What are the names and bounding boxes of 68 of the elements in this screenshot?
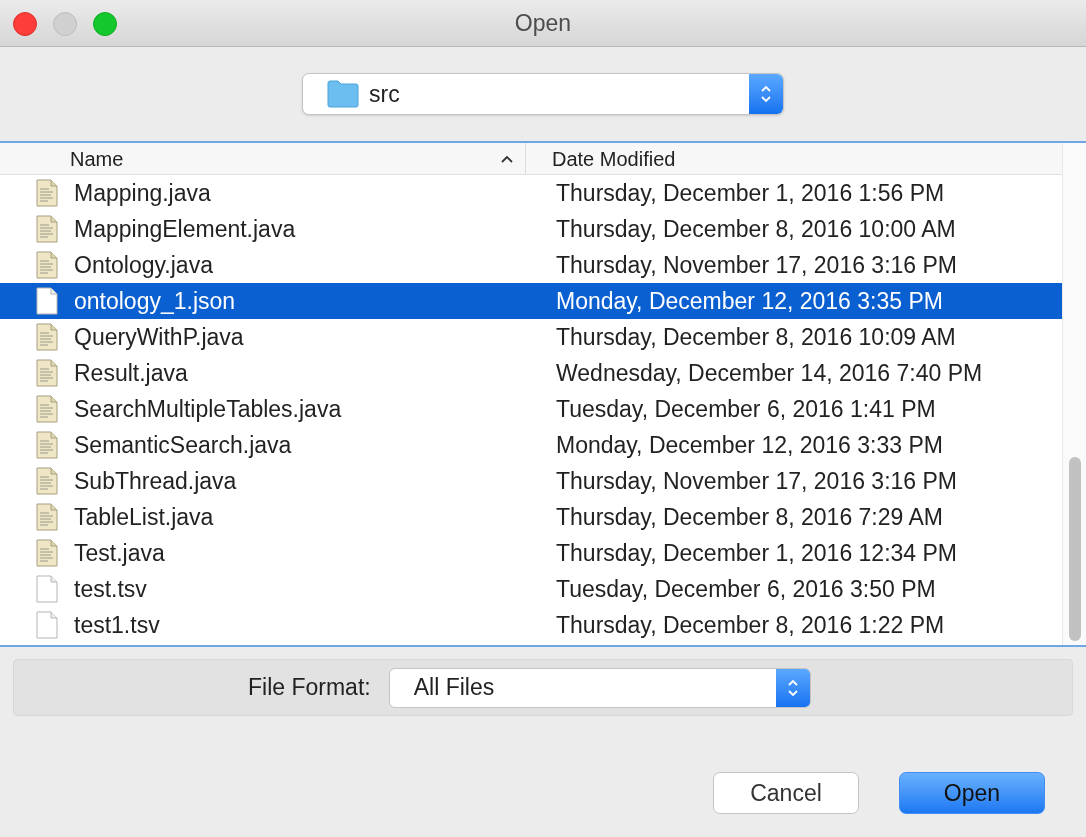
file-name: SubThread.java [74,466,237,496]
file-name: test.tsv [74,574,147,604]
date-modified: Thursday, December 8, 2016 10:09 AM [555,322,956,352]
close-button[interactable] [13,12,37,36]
zoom-button[interactable] [93,12,117,36]
file-format-dropdown[interactable]: All Files [388,667,811,708]
file-row[interactable]: SubThread.java Thursday, November 17, 2016 3:16 PM [0,463,1062,499]
date-modified: Thursday, December 8, 2016 10:00 AM [555,214,956,244]
file-row[interactable]: MappingElement.java Thursday, December 8, 2016 10:00 AM [0,211,1062,247]
column-header[interactable]: Name [0,143,526,174]
file-row[interactable]: test.tsv Tuesday, December 6, 2016 3:50 PM [0,571,1062,607]
date-modified: Monday, December 12, 2016 3:33 PM [555,430,943,460]
file-row[interactable]: Mapping.java Thursday, December 1, 2016 1:56 PM [0,175,1062,211]
date-modified: Thursday, December 8, 2016 7:29 AM [555,502,943,532]
cancel-button[interactable]: Cancel [713,772,859,814]
file-name: SearchMultipleTables.java [74,394,342,424]
file-name: QueryWithP.java [74,322,244,352]
document-icon [36,503,58,531]
date-modified: Thursday, December 1, 2016 12:34 PM [555,538,957,568]
date-modified: Thursday, December 1, 2016 1:56 PM [555,178,945,208]
date-modified: Tuesday, December 6, 2016 1:41 PM [555,394,936,424]
file-row[interactable]: SearchMultipleTables.java Tuesday, December 6, 2016 1:41 PM [0,391,1062,427]
file-format-label: File Format: [248,673,371,703]
open-button[interactable]: Open [899,772,1045,814]
folder-icon [327,80,359,108]
file-name: Ontology.java [74,250,213,280]
minimize-button[interactable] [53,12,77,36]
date-modified: Wednesday, December 14, 2016 7:40 PM [555,358,983,388]
column-header[interactable]: Date Modified [526,143,1062,174]
document-icon [36,395,58,423]
file-name: Mapping.java [74,178,211,208]
file-row[interactable]: TableList.java Thursday, December 8, 2016 7:29 AM [0,499,1062,535]
sort-ascending-icon [501,154,513,163]
file-row[interactable]: Result.java Wednesday, December 14, 2016 7:40 PM [0,355,1062,391]
document-icon [36,467,58,495]
document-icon [36,179,58,207]
date-modified: Thursday, December 8, 2016 1:22 PM [555,610,945,640]
document-icon [36,215,58,243]
file-name: MappingElement.java [74,214,296,244]
document-icon [36,323,58,351]
date-modified: Tuesday, December 6, 2016 3:50 PM [555,574,936,604]
file-row[interactable]: test1.tsv Thursday, December 8, 2016 1:22 PM [0,607,1062,643]
file-row[interactable]: Ontology.java Thursday, November 17, 2016 3:16 PM [0,247,1062,283]
document-icon [36,287,58,315]
file-name: TableList.java [74,502,214,532]
date-modified: Monday, December 12, 2016 3:35 PM [555,286,943,316]
file-name: ontology_1.json [74,286,236,316]
file-row[interactable]: SemanticSearch.java Monday, December 12, 2016 3:33 PM [0,427,1062,463]
document-icon [36,611,58,639]
document-icon [36,431,58,459]
file-row[interactable]: ontology_1.json Monday, December 12, 2016 3:35 PM [0,283,1062,319]
file-row[interactable]: QueryWithP.java Thursday, December 8, 2016 10:09 AM [0,319,1062,355]
location-dropdown[interactable]: src [302,73,784,115]
stepper-icon [786,677,799,698]
document-icon [36,251,58,279]
stepper-icon [760,84,772,104]
date-modified: Thursday, November 17, 2016 3:16 PM [555,250,957,280]
scrollbar[interactable] [1062,143,1086,645]
file-row[interactable]: Test.java Thursday, December 1, 2016 12:34 PM [0,535,1062,571]
file-name: SemanticSearch.java [74,430,292,460]
file-name: Test.java [74,538,165,568]
window-title: Open [514,8,572,38]
document-icon [36,575,58,603]
file-name: test1.tsv [74,610,160,640]
file-name: Result.java [74,358,188,388]
document-icon [36,359,58,387]
document-icon [36,539,58,567]
date-modified: Thursday, November 17, 2016 3:16 PM [555,466,957,496]
